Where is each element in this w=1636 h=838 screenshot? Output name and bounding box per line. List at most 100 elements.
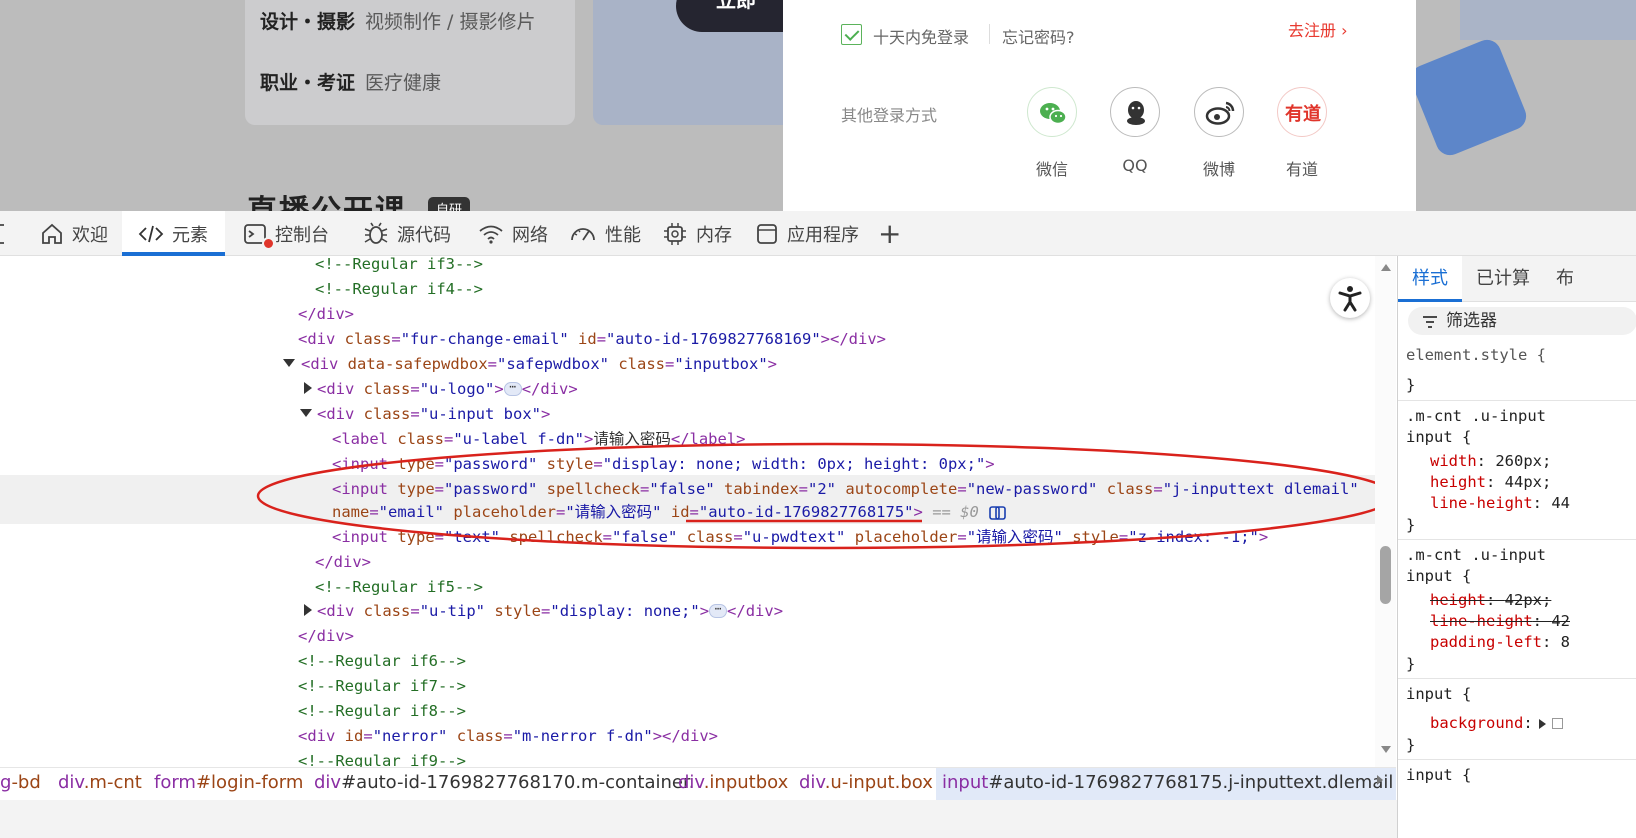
promo-decoration: [1460, 0, 1636, 40]
rule-divider: [1398, 678, 1636, 679]
login-panel: 十天内免登录 忘记密码? 去注册 › 其他登录方式 微信 QQ 微博 有道 有道: [783, 0, 1416, 211]
style-close: }: [1406, 516, 1416, 534]
gauge-icon: [571, 227, 595, 240]
tab-network[interactable]: 网络: [478, 211, 558, 256]
breadcrumb-item[interactable]: g-bd: [0, 768, 47, 800]
tab-styles[interactable]: 样式: [1398, 256, 1462, 302]
style-property-overridden[interactable]: height: 42px;: [1430, 590, 1551, 611]
bottom-strip: [0, 800, 1636, 838]
add-tab-button[interactable]: +: [878, 211, 906, 256]
weibo-icon: [1205, 101, 1235, 125]
tab-application[interactable]: 应用程序: [755, 211, 865, 256]
bug-icon: [364, 222, 388, 244]
wechat-icon: [1040, 103, 1067, 125]
category-card: 设计・摄影 视频制作 / 摄影修片 职业・考证 医疗健康: [245, 0, 575, 125]
svg-text:有道: 有道: [1285, 103, 1321, 125]
dock-toggle[interactable]: [0, 211, 12, 256]
category-desc: 视频制作 / 摄影修片: [365, 11, 536, 33]
color-swatch-icon: [1551, 718, 1563, 729]
youdao-icon: 有道: [1285, 103, 1321, 125]
tab-computed[interactable]: 已计算: [1462, 256, 1544, 302]
tab-label: 应用程序: [787, 224, 859, 246]
style-close: }: [1406, 736, 1416, 754]
style-selector[interactable]: input {: [1406, 427, 1471, 448]
screen: { "page": { "categories": [ {"title": "设…: [0, 0, 1636, 838]
wechat-login-button[interactable]: [1027, 87, 1077, 137]
qq-login-button[interactable]: [1110, 87, 1160, 137]
chip-icon: [664, 222, 686, 245]
weibo-login-button[interactable]: [1194, 87, 1244, 137]
panel-icon: [0, 223, 4, 244]
youdao-login-button[interactable]: 有道: [1277, 87, 1327, 137]
rule-divider: [1398, 400, 1636, 401]
style-property[interactable]: width: 260px;: [1430, 451, 1551, 472]
tab-console[interactable]: 控制台: [243, 211, 343, 256]
style-property[interactable]: height: 44px;: [1430, 472, 1551, 493]
accessibility-button[interactable]: [1330, 278, 1370, 318]
styles-tabbar: 样式 已计算 布: [1398, 256, 1636, 302]
breadcrumb-item[interactable]: form#login-form: [148, 768, 309, 800]
tab-elements[interactable]: 元素: [122, 211, 225, 256]
category-desc: 医疗健康: [365, 72, 442, 94]
style-property[interactable]: line-height: 44: [1430, 493, 1570, 514]
category-row[interactable]: 设计・摄影 视频制作 / 摄影修片: [260, 7, 536, 34]
tab-label: 性能: [605, 224, 641, 246]
styles-pane: 样式 已计算 布 筛选器 element.style { } .m-cnt .u…: [1397, 256, 1636, 838]
breadcrumb-item-active[interactable]: input#auto-id-1769827768175.j-inputtext.…: [936, 768, 1396, 800]
section-tag: 自研: [428, 197, 471, 211]
style-property[interactable]: padding-left: 8: [1430, 632, 1570, 653]
weibo-label: 微博: [1202, 160, 1235, 179]
style-selector[interactable]: .m-cnt .u-input: [1406, 545, 1546, 566]
tab-label: 内存: [696, 224, 732, 246]
wechat-label: 微信: [1035, 160, 1068, 179]
style-property-overridden[interactable]: line-height: 42: [1430, 611, 1570, 632]
vertical-scrollbar[interactable]: [1375, 256, 1396, 767]
remember-label[interactable]: 十天内免登录: [873, 24, 969, 48]
tab-memory[interactable]: 内存: [662, 211, 742, 256]
style-selector[interactable]: input {: [1406, 684, 1471, 705]
style-selector[interactable]: input {: [1406, 566, 1471, 587]
annotation-ellipse: [256, 442, 1396, 550]
style-close: }: [1406, 376, 1416, 394]
breadcrumb-scroll-right[interactable]: [1377, 775, 1383, 785]
style-selector[interactable]: element.style {: [1406, 345, 1546, 366]
rule-divider: [1398, 759, 1636, 760]
tab-welcome[interactable]: 欢迎: [40, 211, 120, 256]
styles-filter-input[interactable]: 筛选器: [1408, 307, 1636, 335]
annotation-overlay: [256, 442, 1396, 550]
app-icon: [757, 223, 777, 244]
tab-label: 网络: [512, 224, 548, 246]
scroll-down-arrow[interactable]: [1381, 746, 1391, 753]
forgot-password-link[interactable]: 忘记密码?: [1002, 24, 1075, 48]
tab-label: 控制台: [275, 224, 329, 246]
qq-icon: [1127, 101, 1145, 125]
style-selector[interactable]: .m-cnt .u-input: [1406, 406, 1546, 427]
breadcrumb-item[interactable]: div.inputbox: [672, 768, 794, 800]
youdao-label: 有道: [1285, 160, 1318, 179]
register-link[interactable]: 去注册 ›: [1288, 17, 1348, 41]
breadcrumb-item[interactable]: div.m-cnt: [52, 768, 148, 800]
scrollbar-thumb[interactable]: [1380, 546, 1391, 604]
tab-layout[interactable]: 布: [1542, 256, 1588, 302]
scroll-up-arrow[interactable]: [1381, 264, 1391, 271]
breadcrumb-item[interactable]: div.u-input.box: [793, 768, 939, 800]
remember-checkbox[interactable]: [841, 24, 862, 45]
elements-tree: <!--Regular if3--> <!--Regular if4--> </…: [0, 256, 1396, 767]
web-page-viewport: 设计・摄影视频制作 / 摄影修片 职业・考证医疗健康 立即 直播公开课 自研 十…: [0, 0, 1636, 211]
style-selector[interactable]: input {: [1406, 765, 1471, 786]
wifi-icon: [479, 225, 503, 244]
console-error-badge: [262, 237, 275, 250]
breadcrumb-item[interactable]: div#auto-id-1769827768170.m-container.: [308, 768, 700, 800]
tab-sources[interactable]: 源代码: [363, 211, 463, 256]
style-close: }: [1406, 655, 1416, 673]
divider: [989, 24, 990, 44]
rule-divider: [1398, 539, 1636, 540]
filter-label: 筛选器: [1446, 311, 1497, 331]
category-row[interactable]: 职业・考证 医疗健康: [260, 68, 441, 95]
breadcrumb: g-bd div.m-cnt form#login-form div#auto-…: [0, 767, 1396, 800]
tab-performance[interactable]: 性能: [569, 211, 649, 256]
promo-decoration-icon: [1406, 35, 1531, 160]
style-property[interactable]: background:: [1430, 713, 1563, 734]
expand-shorthand-icon: [1538, 718, 1546, 729]
devtools-tabbar: 欢迎 元素 控制台 源代码 网络 性能 内存 应用程序 +: [0, 211, 1636, 256]
